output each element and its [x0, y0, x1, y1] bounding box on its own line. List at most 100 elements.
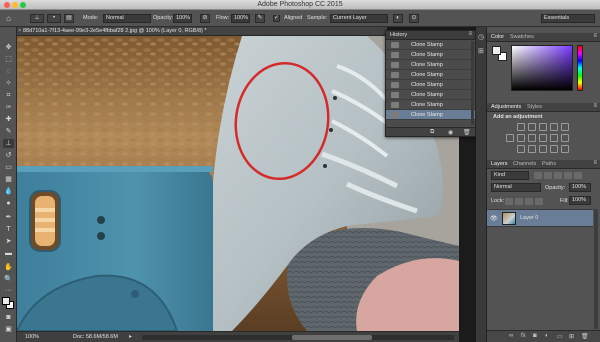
filter-pixel-icon[interactable] [534, 172, 542, 179]
clone-stamp-tool-icon[interactable]: ⊥ [3, 139, 14, 148]
history-state[interactable]: Clone Stamp [386, 110, 475, 120]
eraser-tool-icon[interactable]: ▭ [3, 163, 14, 172]
exposure-icon[interactable] [550, 123, 558, 131]
pressure-size-icon[interactable]: ⊙ [409, 14, 419, 23]
new-document-from-state-icon[interactable]: ⧉ [430, 129, 434, 136]
pressure-opacity-icon[interactable]: ⊘ [200, 14, 210, 23]
history-scrollbar[interactable] [471, 41, 474, 125]
layers-scrollbar[interactable] [594, 209, 598, 329]
dodge-tool-icon[interactable]: ● [3, 199, 14, 208]
posterize-icon[interactable] [528, 145, 536, 153]
channel-mixer-icon[interactable] [550, 134, 558, 142]
opacity-field[interactable]: 100% [173, 14, 192, 23]
delete-layer-icon[interactable]: 🗑 [581, 333, 589, 340]
clone-stamp-preset-picker[interactable]: ⊥ [30, 14, 44, 23]
flow-field[interactable]: 100% [231, 14, 250, 23]
crop-tool-icon[interactable]: ⌗ [3, 91, 14, 100]
blur-tool-icon[interactable]: 💧 [3, 187, 14, 196]
history-state[interactable]: Clone Stamp [386, 50, 475, 60]
new-adjustment-layer-icon[interactable]: ◐ [545, 333, 549, 339]
threshold-icon[interactable] [539, 145, 547, 153]
color-balance-icon[interactable] [517, 134, 525, 142]
marquee-tool-icon[interactable]: ⬚ [3, 55, 14, 64]
vibrance-icon[interactable] [561, 123, 569, 131]
ignore-adjustment-layers-icon[interactable]: ◐ [393, 14, 403, 23]
type-tool-icon[interactable]: T [3, 225, 14, 234]
fill-field[interactable]: 100% [569, 196, 591, 205]
healing-brush-tool-icon[interactable]: ✚ [3, 115, 14, 124]
quick-selection-tool-icon[interactable]: ✧ [3, 79, 14, 88]
pen-tool-icon[interactable]: ✒ [3, 213, 14, 222]
layer-style-icon[interactable]: fx [521, 333, 526, 339]
gradient-map-icon[interactable] [561, 145, 569, 153]
document-tab[interactable]: × 88d710a1-7f13-4aee-99e3-2e5e4fbbaf28 2… [17, 27, 387, 36]
link-layers-icon[interactable]: ∞ [509, 333, 513, 339]
history-state[interactable]: Clone Stamp [386, 90, 475, 100]
shape-tool-icon[interactable]: ▬ [3, 249, 14, 258]
lock-image-icon[interactable] [515, 198, 523, 205]
lock-all-icon[interactable] [535, 198, 543, 205]
history-state[interactable]: Clone Stamp [386, 60, 475, 70]
aligned-checkbox[interactable]: ✓ [273, 15, 280, 22]
airbrush-icon[interactable]: ✎ [255, 14, 265, 23]
filter-smart-object-icon[interactable] [574, 172, 582, 179]
invert-icon[interactable] [517, 145, 525, 153]
close-document-icon[interactable]: × [18, 28, 21, 34]
history-brush-tool-icon[interactable]: ↺ [3, 151, 14, 160]
color-panel-menu-icon[interactable]: ≡ [593, 33, 597, 39]
home-icon[interactable]: ⌂ [3, 14, 14, 23]
tab-layers[interactable]: Layers [491, 161, 508, 167]
lasso-tool-icon[interactable]: ◌ [3, 67, 14, 76]
quick-mask-icon[interactable]: ◙ [3, 313, 14, 322]
black-white-icon[interactable] [528, 134, 536, 142]
move-tool-icon[interactable]: ✥ [3, 43, 14, 52]
history-state[interactable]: Clone Stamp [386, 80, 475, 90]
gradient-tool-icon[interactable]: ▦ [3, 175, 14, 184]
zoom-tool-icon[interactable]: 🔍 [3, 275, 14, 284]
layer-opacity-field[interactable]: 100% [569, 183, 591, 192]
screen-mode-icon[interactable]: ▣ [3, 325, 14, 334]
color-field[interactable] [511, 45, 573, 91]
sample-select[interactable]: Current Layer [330, 14, 388, 23]
create-snapshot-icon[interactable]: ◉ [448, 129, 453, 136]
hue-slider[interactable] [577, 45, 583, 91]
path-selection-tool-icon[interactable]: ➤ [3, 237, 14, 246]
layers-panel-menu-icon[interactable]: ≡ [593, 160, 597, 166]
filter-adjustment-icon[interactable] [544, 172, 552, 179]
foreground-color-swatch[interactable] [2, 297, 10, 305]
color-panel-foreground-swatch[interactable] [492, 46, 501, 55]
layer-row[interactable]: 👁 Layer 0 [487, 209, 593, 227]
curves-icon[interactable] [539, 123, 547, 131]
history-panel-menu-icon[interactable]: ≡ [468, 31, 472, 37]
new-group-icon[interactable]: ▭ [557, 333, 563, 340]
tab-adjustments[interactable]: Adjustments [491, 104, 521, 110]
tab-styles[interactable]: Styles [527, 104, 542, 110]
filter-shape-icon[interactable] [564, 172, 572, 179]
brush-size-picker[interactable]: • [47, 14, 61, 23]
history-state[interactable]: Clone Stamp [386, 100, 475, 110]
eyedropper-tool-icon[interactable]: ✑ [3, 103, 14, 112]
levels-icon[interactable] [528, 123, 536, 131]
horizontal-scrollbar[interactable] [142, 335, 454, 340]
layer-filter-kind-select[interactable]: Kind [491, 171, 529, 180]
tab-paths[interactable]: Paths [542, 161, 556, 167]
color-lookup-icon[interactable] [561, 134, 569, 142]
selective-color-icon[interactable] [550, 145, 558, 153]
mode-select[interactable]: Normal [103, 14, 151, 23]
history-panel-icon[interactable]: ◷ [478, 33, 484, 41]
brush-tool-icon[interactable]: ✎ [3, 127, 14, 136]
delete-state-icon[interactable]: 🗑 [463, 129, 471, 136]
photo-filter-icon[interactable] [539, 134, 547, 142]
brightness-contrast-icon[interactable] [517, 123, 525, 131]
tab-color[interactable]: Color [491, 34, 504, 40]
lock-position-icon[interactable] [525, 198, 533, 205]
hand-tool-icon[interactable]: ✋ [3, 263, 14, 272]
tab-channels[interactable]: Channels [513, 161, 536, 167]
toggle-brush-panel-icon[interactable]: ▤ [64, 14, 74, 23]
filter-type-icon[interactable] [554, 172, 562, 179]
history-state[interactable]: Clone Stamp [386, 40, 475, 50]
lock-transparent-icon[interactable] [505, 198, 513, 205]
workspace-select[interactable]: Essentials [541, 14, 595, 23]
more-tools-icon[interactable]: ··· [3, 286, 14, 295]
properties-panel-icon[interactable]: ⊞ [478, 47, 484, 55]
